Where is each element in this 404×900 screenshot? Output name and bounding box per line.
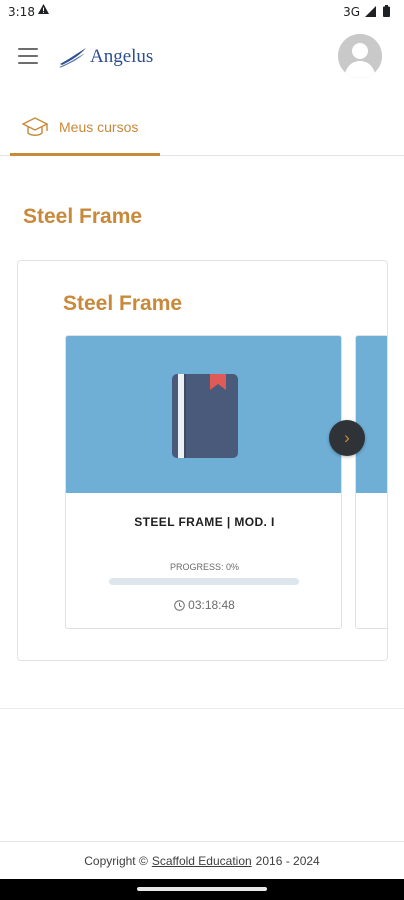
- scaffold-education-link[interactable]: Scaffold Education: [152, 854, 252, 868]
- copyright-prefix: Copyright ©: [84, 853, 148, 868]
- gesture-handle[interactable]: [137, 887, 267, 891]
- logo-swoosh-icon: [59, 48, 86, 68]
- progress-bar: [109, 578, 299, 585]
- logo-text: Angelus: [90, 46, 154, 67]
- next-course-cover: [356, 336, 387, 493]
- hamburger-menu-icon[interactable]: [18, 48, 38, 64]
- warning-icon: [38, 4, 49, 17]
- status-time: 3:18: [8, 5, 35, 19]
- course-title: STEEL FRAME | MOD. I: [134, 515, 275, 529]
- next-course-card-peek[interactable]: [355, 335, 387, 629]
- content-divider: [0, 708, 404, 709]
- footer: Copyright © Scaffold Education 2016 - 20…: [0, 841, 404, 879]
- tab-label: Meus cursos: [59, 119, 139, 135]
- battery-icon: [383, 5, 390, 20]
- app-header: Angelus: [0, 24, 404, 92]
- duration-text: 03:18:48: [188, 598, 235, 612]
- course-cover: [66, 336, 341, 493]
- page-title: Steel Frame: [23, 205, 143, 228]
- user-avatar-icon[interactable]: [338, 34, 382, 78]
- category-title: Steel Frame: [63, 292, 183, 315]
- clock-icon: [174, 599, 185, 611]
- chevron-right-icon: ›: [344, 428, 350, 447]
- graduation-cap-icon: [21, 116, 49, 145]
- book-icon: [170, 372, 240, 465]
- course-duration: 03:18:48: [66, 598, 341, 612]
- signal-icon: [365, 6, 376, 20]
- status-bar: 3:18 3G: [0, 0, 404, 24]
- carousel-next-button[interactable]: ›: [329, 420, 365, 456]
- network-type: 3G: [343, 5, 360, 19]
- tab-my-courses[interactable]: Meus cursos: [10, 104, 160, 156]
- app-screen: 3:18 3G Angelus Meus cursos Steel Frame …: [0, 0, 404, 900]
- system-navigation-bar: [0, 879, 404, 900]
- progress-label: PROGRESS: 0%: [169, 562, 240, 572]
- copyright-years: 2016 - 2024: [255, 853, 320, 868]
- course-category-card: Steel Frame STEEL FRAME | MOD. I PROGRES…: [17, 260, 388, 661]
- brand-logo[interactable]: Angelus: [58, 42, 153, 72]
- tab-bar: Meus cursos: [0, 104, 404, 156]
- course-card[interactable]: STEEL FRAME | MOD. I PROGRESS: 0% 03:18:…: [65, 335, 342, 629]
